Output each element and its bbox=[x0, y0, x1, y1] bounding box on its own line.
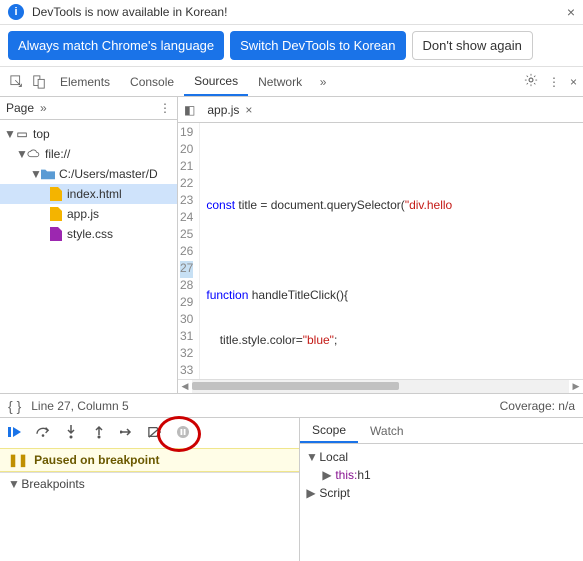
scope-this[interactable]: ▶ this: h1 bbox=[306, 466, 577, 484]
cloud-icon bbox=[26, 147, 42, 161]
tab-console[interactable]: Console bbox=[120, 67, 184, 96]
tree-file-index[interactable]: index.html bbox=[0, 184, 177, 204]
tab-elements[interactable]: Elements bbox=[50, 67, 120, 96]
tree-top[interactable]: ▼▭top bbox=[0, 124, 177, 144]
file-icon bbox=[48, 227, 64, 241]
close-icon[interactable]: × bbox=[567, 4, 575, 20]
device-icon[interactable] bbox=[28, 75, 50, 89]
pause-message: Paused on breakpoint bbox=[34, 453, 159, 467]
switch-language-button[interactable]: Switch DevTools to Korean bbox=[230, 31, 405, 60]
nav-icon[interactable]: ◧ bbox=[184, 103, 195, 117]
tab-scope[interactable]: Scope bbox=[300, 418, 358, 443]
deactivate-breakpoints-icon[interactable] bbox=[148, 425, 162, 442]
tab-sources[interactable]: Sources bbox=[184, 67, 248, 96]
more-tabs-icon[interactable]: » bbox=[312, 75, 334, 89]
tree-folder[interactable]: ▼C:/Users/master/D bbox=[0, 164, 177, 184]
step-into-icon[interactable] bbox=[64, 425, 78, 442]
settings-icon[interactable] bbox=[524, 73, 538, 90]
file-icon bbox=[48, 207, 64, 221]
scope-local[interactable]: ▼ Local bbox=[306, 448, 577, 466]
tab-watch[interactable]: Watch bbox=[358, 418, 416, 443]
editor-tab-appjs[interactable]: app.js× bbox=[201, 100, 258, 120]
file-icon bbox=[48, 187, 64, 201]
more-page-icon[interactable]: » bbox=[40, 101, 47, 115]
tree-file-app[interactable]: app.js bbox=[0, 204, 177, 224]
scroll-left-icon[interactable]: ◀ bbox=[178, 380, 192, 393]
match-language-button[interactable]: Always match Chrome's language bbox=[8, 31, 224, 60]
step-over-icon[interactable] bbox=[36, 425, 50, 442]
tab-network[interactable]: Network bbox=[248, 67, 312, 96]
resume-icon[interactable] bbox=[8, 425, 22, 442]
step-out-icon[interactable] bbox=[92, 425, 106, 442]
page-tab[interactable]: Page bbox=[6, 101, 34, 115]
step-icon[interactable] bbox=[120, 425, 134, 442]
folder-icon bbox=[40, 167, 56, 181]
horizontal-scrollbar[interactable]: ◀ ▶ bbox=[178, 379, 583, 393]
dismiss-button[interactable]: Don't show again bbox=[412, 31, 533, 60]
inspect-icon[interactable] bbox=[6, 75, 28, 89]
pretty-print-icon[interactable]: { } bbox=[8, 398, 21, 414]
info-icon: i bbox=[8, 4, 24, 20]
close-tab-icon[interactable]: × bbox=[245, 103, 252, 117]
kebab-menu-icon[interactable]: ⋮ bbox=[548, 75, 560, 89]
breakpoints-section[interactable]: ▼ Breakpoints bbox=[0, 472, 299, 495]
code-area[interactable]: const title = document.querySelector("di… bbox=[200, 123, 583, 379]
pause-exceptions-icon[interactable] bbox=[176, 425, 190, 442]
scope-script[interactable]: ▶ Script bbox=[306, 484, 577, 502]
tree-file-style[interactable]: style.css bbox=[0, 224, 177, 244]
sidebar-kebab-icon[interactable]: ⋮ bbox=[159, 101, 171, 115]
scroll-right-icon[interactable]: ▶ bbox=[569, 380, 583, 393]
cursor-position: Line 27, Column 5 bbox=[31, 399, 128, 413]
close-devtools-icon[interactable]: × bbox=[570, 75, 577, 89]
warning-icon: ❚❚ bbox=[8, 453, 28, 467]
info-text: DevTools is now available in Korean! bbox=[32, 5, 227, 19]
window-icon: ▭ bbox=[14, 127, 30, 141]
coverage-status[interactable]: Coverage: n/a bbox=[500, 399, 575, 413]
tree-file-origin[interactable]: ▼file:// bbox=[0, 144, 177, 164]
line-gutter[interactable]: 19202122232425262728293031323334 bbox=[178, 123, 200, 379]
